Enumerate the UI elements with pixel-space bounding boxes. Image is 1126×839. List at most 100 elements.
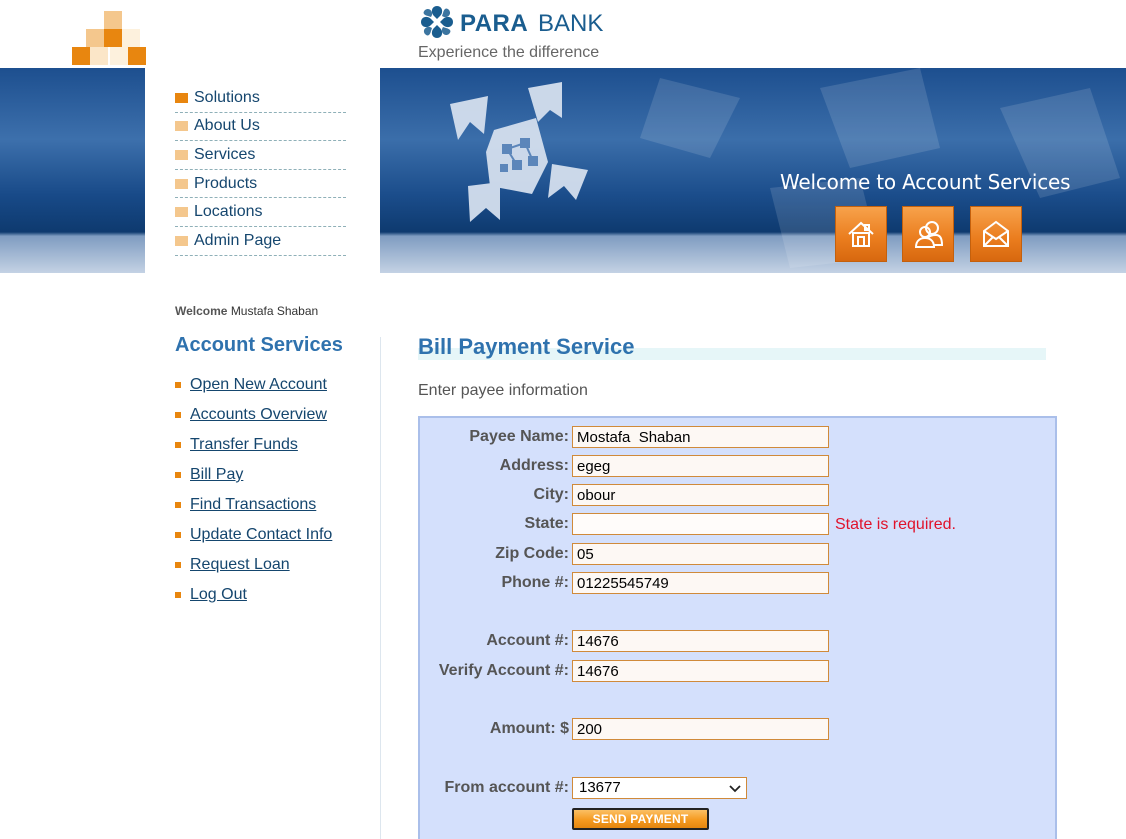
about-icon	[914, 221, 944, 248]
nav-item-label: Products	[194, 174, 258, 192]
amount-input[interactable]	[572, 718, 829, 740]
zip-code-row: Zip Code:	[420, 543, 1040, 565]
bullet-icon	[175, 532, 181, 538]
page-title-block: Bill Payment Service	[418, 334, 1046, 362]
banner: Welcome to Account Services	[380, 68, 1126, 273]
nav-item-solutions[interactable]: Solutions	[175, 84, 346, 113]
bullet-icon	[175, 502, 181, 508]
bullet-icon	[175, 472, 181, 478]
chevron-down-icon	[729, 785, 741, 793]
sidebar-item-accounts-overview: Accounts Overview	[175, 400, 332, 430]
nav-item-products[interactable]: Products	[175, 170, 346, 199]
find-transactions-link[interactable]: Find Transactions	[190, 496, 316, 514]
home-button[interactable]	[835, 206, 887, 262]
logo-squares	[72, 11, 146, 67]
nav-item-label: About Us	[194, 117, 260, 135]
sidebar-item-bill-pay: Bill Pay	[175, 460, 332, 490]
about-button[interactable]	[902, 206, 954, 262]
zip-code-label: Zip Code:	[495, 545, 569, 562]
phone-label: Phone #:	[501, 574, 569, 591]
from-account-select[interactable]: 13677	[572, 777, 747, 799]
banner-logo-graphic	[450, 82, 588, 222]
address-input[interactable]	[572, 455, 829, 477]
welcome-message: Welcome Mustafa Shaban	[175, 304, 318, 318]
accounts-overview-link[interactable]: Accounts Overview	[190, 406, 327, 424]
phone-row: Phone #:	[420, 572, 1040, 594]
payee-name-row: Payee Name:	[420, 426, 1040, 448]
bullet-icon	[175, 562, 181, 568]
nav-bullet-icon	[175, 207, 188, 218]
user-name: Mustafa Shaban	[230, 304, 319, 318]
city-label: City:	[533, 486, 569, 503]
bullet-icon	[175, 412, 181, 418]
phone-input[interactable]	[572, 572, 829, 594]
payee-name-input[interactable]	[572, 426, 829, 448]
parabank-logo-icon	[421, 6, 453, 38]
sidebar-item-transfer-funds: Transfer Funds	[175, 430, 332, 460]
brand-name-bank: BANK	[538, 10, 604, 37]
from-account-label: From account #:	[444, 779, 569, 796]
sidebar-item-log-out: Log Out	[175, 580, 332, 610]
from-account-row: From account #: 13677	[420, 777, 1040, 799]
top-nav-menu: Solutions About Us Services Products Loc…	[175, 84, 346, 256]
send-payment-button[interactable]: SEND PAYMENT	[572, 808, 709, 830]
nav-item-services[interactable]: Services	[175, 141, 346, 170]
bill-pay-link[interactable]: Bill Pay	[190, 466, 243, 484]
amount-label: Amount: $	[489, 720, 569, 737]
address-label: Address:	[499, 457, 569, 474]
update-contact-info-link[interactable]: Update Contact Info	[190, 526, 332, 544]
verify-account-input[interactable]	[572, 660, 829, 682]
open-new-account-link[interactable]: Open New Account	[190, 376, 327, 394]
verify-account-label: Verify Account #:	[438, 662, 569, 679]
amount-row: Amount: $	[420, 718, 1040, 740]
state-input[interactable]	[572, 513, 829, 535]
sidebar-item-update-contact-info: Update Contact Info	[175, 520, 332, 550]
sidebar-item-request-loan: Request Loan	[175, 550, 332, 580]
payee-name-label: Payee Name:	[469, 428, 569, 445]
nav-bullet-icon	[175, 92, 188, 103]
transfer-funds-link[interactable]: Transfer Funds	[190, 436, 298, 454]
tagline: Experience the difference	[418, 44, 600, 61]
nav-bullet-icon	[175, 235, 188, 246]
bullet-icon	[175, 442, 181, 448]
nav-item-locations[interactable]: Locations	[175, 198, 346, 227]
sidebar-item-open-new-account: Open New Account	[175, 370, 332, 400]
request-loan-link[interactable]: Request Loan	[190, 556, 290, 574]
welcome-label: Welcome	[175, 304, 228, 318]
log-out-link[interactable]: Log Out	[190, 586, 247, 604]
contact-button[interactable]	[970, 206, 1022, 262]
bill-pay-form: Payee Name: Address: City: State: State …	[418, 416, 1057, 839]
sidebar-item-find-transactions: Find Transactions	[175, 490, 332, 520]
nav-bullet-icon	[175, 121, 188, 132]
contact-icon	[983, 220, 1009, 247]
nav-bullet-icon	[175, 149, 188, 160]
brand-name-para: PARA	[460, 10, 529, 37]
account-row: Account #:	[420, 630, 1040, 652]
city-input[interactable]	[572, 484, 829, 506]
nav-item-label: Locations	[194, 203, 263, 221]
from-account-selected-value: 13677	[579, 779, 621, 796]
address-row: Address:	[420, 455, 1040, 477]
nav-item-about-us[interactable]: About Us	[175, 113, 346, 142]
banner-left-strip	[0, 68, 145, 273]
bullet-icon	[175, 592, 181, 598]
home-icon	[848, 221, 874, 247]
nav-item-label: Solutions	[194, 88, 260, 106]
state-row: State: State is required.	[420, 513, 1040, 535]
state-label: State:	[524, 515, 569, 532]
nav-bullet-icon	[175, 178, 188, 189]
nav-item-admin-page[interactable]: Admin Page	[175, 227, 346, 256]
page-subtitle: Enter payee information	[418, 382, 588, 399]
city-row: City:	[420, 484, 1040, 506]
content-divider	[380, 337, 381, 839]
state-error-message: State is required.	[835, 516, 956, 533]
account-label: Account #:	[486, 632, 569, 649]
sidebar-title: Account Services	[175, 334, 343, 356]
bullet-icon	[175, 382, 181, 388]
page-title: Bill Payment Service	[418, 334, 635, 359]
banner-welcome-text: Welcome to Account Services	[780, 170, 1071, 194]
zip-code-input[interactable]	[572, 543, 829, 565]
nav-item-label: Services	[194, 145, 256, 163]
account-input[interactable]	[572, 630, 829, 652]
verify-account-row: Verify Account #:	[420, 660, 1040, 682]
